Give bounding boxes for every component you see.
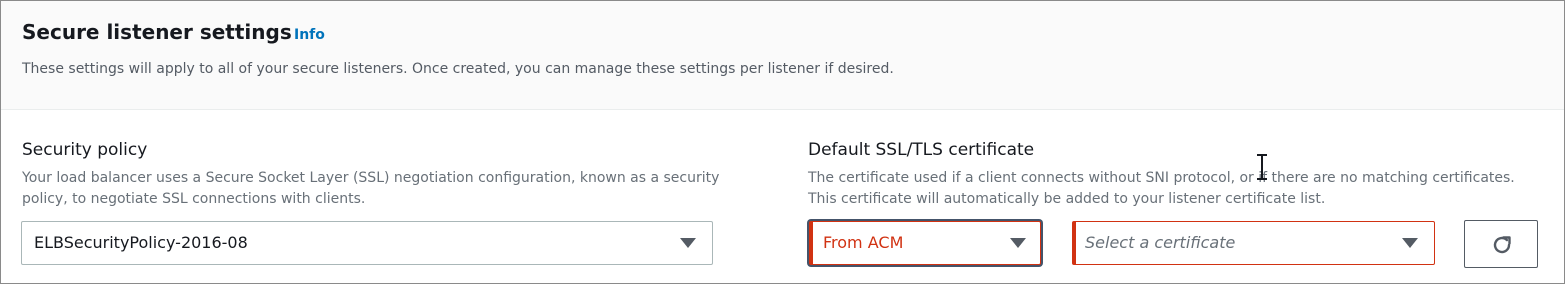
certificate-description: The certificate used if a client connect… (808, 170, 1515, 207)
security-policy-description: Your load balancer uses a Secure Socket … (22, 170, 720, 207)
caret-down-icon (1010, 238, 1026, 248)
panel-header: Secure listener settings Info These sett… (1, 1, 1564, 110)
text-cursor-icon (1257, 154, 1267, 180)
section-title: Secure listener settings (22, 20, 292, 44)
secure-listener-settings-panel: Secure listener settings Info These sett… (0, 0, 1565, 284)
caret-down-icon (1402, 238, 1418, 248)
caret-down-icon (680, 238, 696, 248)
certificate-select[interactable]: Select a certificate (1072, 221, 1435, 265)
security-policy-select[interactable]: ELBSecurityPolicy-2016-08 (21, 221, 713, 265)
refresh-certificates-button[interactable] (1464, 220, 1538, 268)
certificate-placeholder: Select a certificate (1085, 233, 1236, 252)
certificate-source-select[interactable]: From ACM (809, 221, 1041, 265)
refresh-icon (1493, 236, 1511, 254)
section-description: These settings will apply to all of your… (22, 61, 894, 77)
security-policy-value: ELBSecurityPolicy-2016-08 (34, 233, 248, 252)
security-policy-label: Security policy (22, 140, 148, 160)
info-link[interactable]: Info (294, 27, 325, 43)
certificate-label: Default SSL/TLS certificate (808, 140, 1035, 160)
certificate-source-value: From ACM (823, 233, 904, 252)
